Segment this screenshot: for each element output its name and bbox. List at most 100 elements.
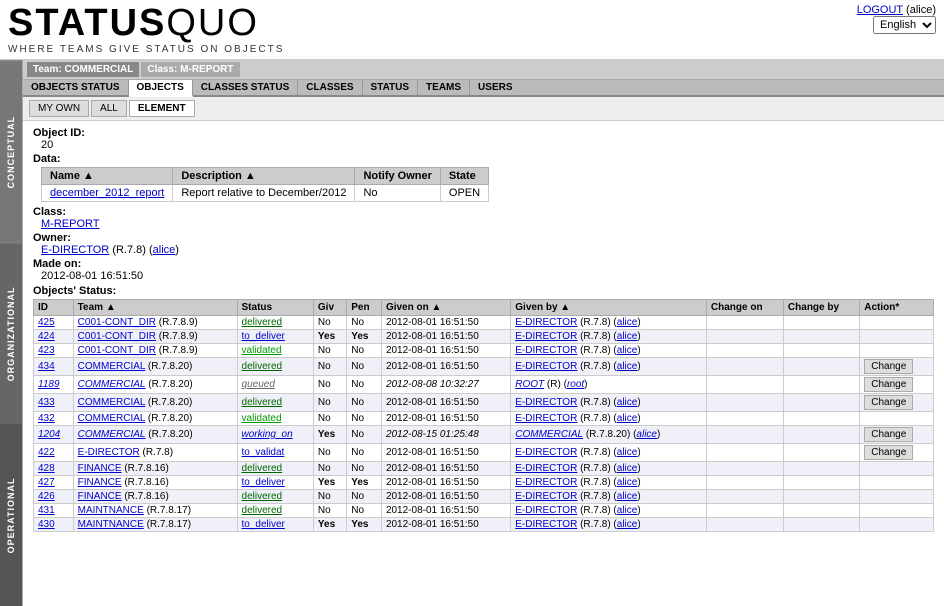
row-team-link[interactable]: COMMERCIAL bbox=[78, 429, 146, 440]
row-team-link[interactable]: COMMERCIAL bbox=[78, 413, 145, 424]
row-given-by-link[interactable]: E-DIRECTOR bbox=[515, 505, 577, 516]
tab-status[interactable]: STATUS bbox=[363, 80, 419, 95]
row-pen: No bbox=[347, 358, 382, 376]
row-status-link[interactable]: working_on bbox=[242, 429, 293, 440]
row-status-link[interactable]: delivered bbox=[242, 317, 283, 328]
row-id-link[interactable]: 1204 bbox=[38, 429, 60, 440]
row-team-link[interactable]: MAINTNANCE bbox=[78, 519, 144, 530]
row-status-link[interactable]: delivered bbox=[242, 491, 283, 502]
row-status-link[interactable]: delivered bbox=[242, 463, 283, 474]
change-button[interactable]: Change bbox=[864, 445, 913, 460]
sub-tab-all[interactable]: ALL bbox=[91, 100, 127, 117]
owner-team-link[interactable]: E-DIRECTOR bbox=[41, 244, 109, 256]
object-id-value: 20 bbox=[41, 139, 934, 151]
row-id-link[interactable]: 433 bbox=[38, 397, 55, 408]
row-status-link[interactable]: delivered bbox=[242, 505, 283, 516]
row-given-by-user-link[interactable]: alice bbox=[617, 491, 638, 502]
row-given-by-link[interactable]: E-DIRECTOR bbox=[515, 397, 577, 408]
sub-tab-element[interactable]: ELEMENT bbox=[129, 100, 195, 117]
row-given-by-link[interactable]: E-DIRECTOR bbox=[515, 331, 577, 342]
row-given-by-link[interactable]: E-DIRECTOR bbox=[515, 361, 577, 372]
row-team-link[interactable]: C001-CONT_DIR bbox=[78, 345, 156, 356]
row-given-by-user-link[interactable]: alice bbox=[617, 505, 638, 516]
row-team-link[interactable]: COMMERCIAL bbox=[78, 397, 145, 408]
row-change-on bbox=[706, 376, 783, 394]
row-given-by-link[interactable]: E-DIRECTOR bbox=[515, 463, 577, 474]
row-id-link[interactable]: 431 bbox=[38, 505, 55, 516]
tab-teams[interactable]: TEAMS bbox=[418, 80, 470, 95]
row-change-on bbox=[706, 358, 783, 376]
row-status-link[interactable]: validated bbox=[242, 345, 282, 356]
sub-tabs: MY OWN ALL ELEMENT bbox=[23, 97, 944, 121]
row-given-by-link[interactable]: E-DIRECTOR bbox=[515, 491, 577, 502]
row-id-link[interactable]: 426 bbox=[38, 491, 55, 502]
objects-status-title: Objects' Status: bbox=[33, 285, 934, 297]
row-given-by-user-link[interactable]: alice bbox=[617, 345, 638, 356]
row-team-link[interactable]: E-DIRECTOR bbox=[78, 447, 140, 458]
row-status-link[interactable]: to_deliver bbox=[242, 519, 285, 530]
row-given-by-user-link[interactable]: alice bbox=[617, 477, 638, 488]
row-status-link[interactable]: delivered bbox=[242, 361, 283, 372]
row-team-link[interactable]: C001-CONT_DIR bbox=[78, 317, 156, 328]
change-button[interactable]: Change bbox=[864, 427, 913, 442]
row-status-link[interactable]: validated bbox=[242, 413, 282, 424]
change-button[interactable]: Change bbox=[864, 359, 913, 374]
row-id-link[interactable]: 428 bbox=[38, 463, 55, 474]
row-given-by-link[interactable]: E-DIRECTOR bbox=[515, 477, 577, 488]
row-team-link[interactable]: FINANCE bbox=[78, 463, 122, 474]
row-id-link[interactable]: 423 bbox=[38, 345, 55, 356]
row-given-by-user-link[interactable]: alice bbox=[617, 447, 638, 458]
row-given-by-user-link[interactable]: alice bbox=[617, 317, 638, 328]
tab-objects-status[interactable]: OBJECTS STATUS bbox=[23, 80, 129, 95]
row-id-link[interactable]: 425 bbox=[38, 317, 55, 328]
language-dropdown[interactable]: English French bbox=[873, 16, 936, 34]
row-given-by-user-link[interactable]: alice bbox=[636, 429, 657, 440]
row-giv: No bbox=[313, 376, 346, 394]
tab-objects[interactable]: OBJECTS bbox=[129, 80, 193, 97]
row-id-link[interactable]: 434 bbox=[38, 361, 55, 372]
sub-tab-my-own[interactable]: MY OWN bbox=[29, 100, 89, 117]
row-status-link[interactable]: to_validat bbox=[242, 447, 285, 458]
row-id-link[interactable]: 432 bbox=[38, 413, 55, 424]
row-status-link[interactable]: to_deliver bbox=[242, 477, 285, 488]
row-given-by-link[interactable]: E-DIRECTOR bbox=[515, 317, 577, 328]
class-value-link[interactable]: M-REPORT bbox=[41, 218, 99, 230]
row-given-by-link[interactable]: COMMERCIAL bbox=[515, 429, 583, 440]
class-row: Class: bbox=[33, 206, 934, 218]
row-given-by-link[interactable]: E-DIRECTOR bbox=[515, 447, 577, 458]
row-given-by-link[interactable]: E-DIRECTOR bbox=[515, 519, 577, 530]
row-team-link[interactable]: MAINTNANCE bbox=[78, 505, 144, 516]
logout-button[interactable]: LOGOUT bbox=[857, 4, 903, 16]
row-team-link[interactable]: C001-CONT_DIR bbox=[78, 331, 156, 342]
row-team-link[interactable]: FINANCE bbox=[78, 477, 122, 488]
row-status-link[interactable]: delivered bbox=[242, 397, 283, 408]
tab-classes-status[interactable]: CLASSES STATUS bbox=[193, 80, 299, 95]
row-status-link[interactable]: to_deliver bbox=[242, 331, 285, 342]
row-given-by-link[interactable]: E-DIRECTOR bbox=[515, 413, 577, 424]
row-given-by-user-link[interactable]: alice bbox=[617, 331, 638, 342]
owner-user-link[interactable]: alice bbox=[153, 244, 176, 256]
tab-classes[interactable]: CLASSES bbox=[298, 80, 362, 95]
row-id-link[interactable]: 1189 bbox=[38, 379, 60, 390]
row-id-link[interactable]: 424 bbox=[38, 331, 55, 342]
row-team-link[interactable]: COMMERCIAL bbox=[78, 379, 146, 390]
row-given-by-user-link[interactable]: alice bbox=[617, 397, 638, 408]
row-status-link[interactable]: queued bbox=[242, 379, 275, 390]
row-given-by-user-link[interactable]: root bbox=[567, 379, 584, 390]
change-button[interactable]: Change bbox=[864, 377, 913, 392]
row-given-by-link[interactable]: E-DIRECTOR bbox=[515, 345, 577, 356]
change-button[interactable]: Change bbox=[864, 395, 913, 410]
object-name-link[interactable]: december_2012_report bbox=[50, 187, 164, 199]
row-given-by-link[interactable]: ROOT bbox=[515, 379, 544, 390]
language-selector[interactable]: English French bbox=[873, 16, 936, 34]
row-given-by-user-link[interactable]: alice bbox=[617, 519, 638, 530]
row-id-link[interactable]: 427 bbox=[38, 477, 55, 488]
row-id-link[interactable]: 430 bbox=[38, 519, 55, 530]
row-team-link[interactable]: COMMERCIAL bbox=[78, 361, 145, 372]
row-id-link[interactable]: 422 bbox=[38, 447, 55, 458]
row-given-by-user-link[interactable]: alice bbox=[617, 361, 638, 372]
row-given-by-user-link[interactable]: alice bbox=[617, 413, 638, 424]
row-given-by-user-link[interactable]: alice bbox=[617, 463, 638, 474]
tab-users[interactable]: USERS bbox=[470, 80, 520, 95]
row-team-link[interactable]: FINANCE bbox=[78, 491, 122, 502]
